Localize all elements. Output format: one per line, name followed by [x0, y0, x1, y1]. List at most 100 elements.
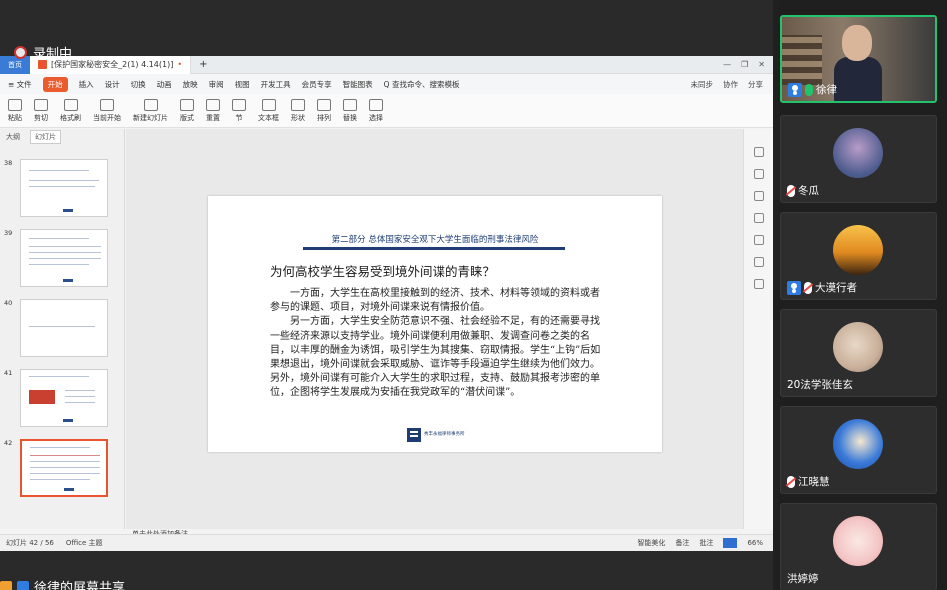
select-icon: [369, 98, 383, 111]
transition-icon[interactable]: [754, 235, 764, 245]
menu-item-slideshow[interactable]: 放映: [183, 79, 198, 90]
animation-icon[interactable]: [754, 213, 764, 223]
participant-name: 冬瓜: [798, 185, 819, 197]
ribbon-play-current[interactable]: 当前开始: [93, 98, 121, 123]
participant-tile[interactable]: 徐律: [780, 15, 937, 103]
participant-avatar: [833, 516, 883, 566]
ribbon-replace[interactable]: 替换: [343, 98, 357, 123]
menu-bar: ≡ 文件 开始 插入 设计 切换 动画 放映 审阅 视图 开发工具 会员专享 智…: [0, 74, 773, 94]
thumbnail-tabs: 大纲 幻灯片: [0, 129, 124, 145]
risk-graphic-icon: [29, 390, 55, 404]
slide-thumbnail[interactable]: [20, 159, 108, 217]
participant-avatar: [833, 419, 883, 469]
participant-tile[interactable]: 20法学张佳玄: [780, 309, 937, 397]
slide-title: 为何高校学生容易受到境外间谍的青睐？: [270, 264, 496, 279]
ribbon-paste[interactable]: 粘贴: [8, 98, 22, 123]
replace-icon: [343, 98, 357, 111]
current-slide[interactable]: 第二部分 总体国家安全观下大学生面临的刑事法律风险 为何高校学生容易受到境外间谍…: [208, 196, 662, 452]
ribbon-shape[interactable]: 形状: [291, 98, 305, 123]
tab-outline[interactable]: 大纲: [6, 132, 20, 142]
participant-tile[interactable]: 江晓慧: [780, 406, 937, 494]
ribbon-reset[interactable]: 重置: [206, 98, 220, 123]
textbox-icon: [261, 98, 276, 111]
participant-avatar: [833, 225, 883, 275]
meeting-window: 录制中 首页 [保护国家秘密安全_2(1) 4.14(1)] • + — ❐ ✕…: [0, 0, 947, 590]
collaborate-button[interactable]: 协作: [723, 79, 738, 90]
menu-item-animation[interactable]: 动画: [157, 79, 172, 90]
menu-item-file[interactable]: ≡ 文件: [8, 79, 32, 90]
command-search[interactable]: Q 查找命令、搜索模板: [384, 79, 460, 90]
arrange-icon: [317, 98, 331, 111]
share-button[interactable]: 分享: [748, 79, 763, 90]
new-tab-button[interactable]: +: [191, 59, 215, 70]
participant-avatar: [833, 128, 883, 178]
slide-thumbnail[interactable]: [20, 299, 108, 357]
reset-icon: [206, 98, 220, 111]
ribbon-section[interactable]: 节: [232, 98, 246, 123]
backup-icon[interactable]: [754, 257, 764, 267]
right-tool-strip: [743, 129, 773, 529]
participant-name-row: 洪婷婷: [787, 571, 819, 586]
tab-slides[interactable]: 幻灯片: [30, 130, 61, 144]
notes-toggle[interactable]: 备注: [675, 538, 689, 548]
menu-item-member[interactable]: 会员专享: [302, 79, 332, 90]
recording-indicator[interactable]: 录制中: [14, 43, 72, 62]
comments-toggle[interactable]: 批注: [699, 538, 713, 548]
slide-body: 一方面，大学生在高校里接触到的经济、技术、材料等领域的资料或者参与的课题、项目，…: [270, 287, 602, 401]
menu-item-developer[interactable]: 开发工具: [261, 79, 291, 90]
thumbnail-logo: [63, 419, 73, 422]
mic-muted-icon: [787, 184, 795, 197]
ribbon-format-painter[interactable]: 格式刷: [60, 98, 81, 123]
sync-status[interactable]: 未同步: [691, 79, 714, 90]
slide-thumbnail-panel: 大纲 幻灯片 38 39 40 41 42: [0, 129, 125, 590]
menu-item-transition[interactable]: 切换: [131, 79, 146, 90]
slide-number: 40: [4, 299, 13, 307]
ribbon-select[interactable]: 选择: [369, 98, 383, 123]
property-icon[interactable]: [754, 147, 764, 157]
participant-tile[interactable]: 冬瓜: [780, 115, 937, 203]
thumbnail-logo: [64, 488, 74, 491]
format-painter-icon: [63, 98, 78, 111]
zoom-level[interactable]: 66%: [747, 539, 763, 547]
slide-thumbnail-current[interactable]: [20, 439, 108, 497]
mic-on-icon: [805, 83, 813, 96]
new-slide-icon: [143, 98, 158, 111]
ribbon-cut[interactable]: 剪切: [34, 98, 48, 123]
ribbon-arrange[interactable]: 排列: [317, 98, 331, 123]
style-icon[interactable]: [754, 169, 764, 179]
settings-icon[interactable]: [754, 279, 764, 289]
slide-paragraph: 一方面，大学生在高校里接触到的经济、技术、材料等领域的资料或者参与的课题、项目，…: [270, 288, 600, 314]
minimize-icon[interactable]: —: [723, 60, 731, 69]
smart-beautify-button[interactable]: 智能美化: [637, 538, 665, 548]
law-firm-logo: 秀丰永福律师事务所: [407, 428, 465, 442]
slide-canvas: 第二部分 总体国家安全观下大学生面临的刑事法律风险 为何高校学生容易受到境外间谍…: [126, 129, 743, 529]
restore-icon[interactable]: ❐: [741, 60, 748, 69]
presenter-figure: [834, 25, 882, 101]
ribbon-layout[interactable]: 版式: [180, 98, 194, 123]
layout-icon: [180, 98, 194, 111]
menu-item-home[interactable]: 开始: [42, 76, 68, 92]
shape-tool-icon[interactable]: [754, 191, 764, 201]
menu-item-insert[interactable]: 插入: [79, 79, 94, 90]
menu-item-design[interactable]: 设计: [105, 79, 120, 90]
participant-tile[interactable]: 洪婷婷: [780, 503, 937, 590]
participants-panel: 徐律 冬瓜 大漠行者 20法学张佳玄 江晓慧 洪婷婷: [778, 0, 947, 590]
slide-thumbnail[interactable]: [20, 229, 108, 287]
menu-item-view[interactable]: 视图: [235, 79, 250, 90]
menu-item-smart-chart[interactable]: 智能图表: [343, 79, 373, 90]
ribbon-textbox[interactable]: 文本框: [258, 98, 279, 123]
slide-number: 41: [4, 369, 13, 377]
ribbon-new-slide[interactable]: 新建幻灯片: [133, 98, 168, 123]
menu-item-review[interactable]: 审阅: [209, 79, 224, 90]
close-icon[interactable]: ✕: [758, 60, 765, 69]
participant-name-row: 徐律: [788, 82, 837, 97]
slideshow-play-icon[interactable]: [723, 538, 738, 548]
slide-thumbnail[interactable]: [20, 369, 108, 427]
mic-muted-icon: [787, 475, 795, 488]
slide-counter: 幻灯片 42 / 56: [6, 539, 54, 547]
participant-name: 大漠行者: [815, 282, 857, 294]
participant-name-row: 20法学张佳玄: [787, 377, 853, 392]
participant-tile[interactable]: 大漠行者: [780, 212, 937, 300]
law-firm-name: 秀丰永福律师事务所: [424, 432, 465, 437]
host-icon: [788, 82, 802, 97]
